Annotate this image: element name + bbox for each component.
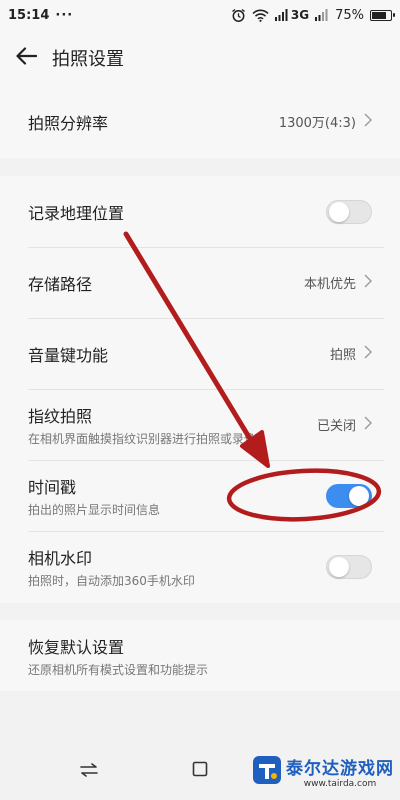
setting-resolution[interactable]: 拍照分辨率 1300万(4:3) (0, 86, 400, 157)
status-time: 15:14 (8, 7, 50, 23)
battery-fill (372, 11, 386, 19)
camera-watermark-toggle[interactable] (326, 554, 372, 579)
setting-timestamp[interactable]: 时间戳 拍出的照片显示时间信息 (0, 460, 400, 531)
toggle-knob (329, 201, 349, 222)
setting-storage-title: 存储路径 (28, 274, 93, 294)
setting-storage-value: 本机优先 (303, 277, 356, 292)
network-type: 3G (290, 8, 310, 22)
setting-storage[interactable]: 存储路径 本机优先 (0, 247, 400, 318)
setting-reset[interactable]: 恢复默认设置 还原相机所有模式设置和功能提示 (0, 620, 400, 691)
chevron-right-icon (364, 273, 372, 292)
setting-volume-key-title: 音量键功能 (28, 345, 109, 365)
square-icon (192, 761, 208, 781)
battery-icon (370, 9, 395, 21)
status-notification-dots: ··· (55, 7, 74, 23)
timestamp-toggle[interactable] (326, 483, 372, 508)
switch-arrows-icon (80, 762, 98, 781)
toggle-knob (349, 485, 369, 506)
setting-location[interactable]: 记录地理位置 (0, 176, 400, 247)
setting-resolution-title: 拍照分辨率 (28, 113, 109, 133)
setting-fingerprint-subtitle: 在相机界面触摸指纹识别器进行拍照或录像 (28, 431, 257, 446)
nav-recents-button[interactable] (180, 751, 220, 791)
back-arrow-icon (15, 47, 38, 69)
setting-timestamp-title: 时间戳 (28, 477, 77, 497)
setting-volume-key-value: 拍照 (329, 348, 356, 363)
setting-fingerprint-title: 指纹拍照 (28, 406, 93, 426)
settings-group-main: 记录地理位置 存储路径 本机优先 音量键功能 拍照 指纹拍照 在相机界面触摸指纹… (0, 176, 400, 603)
page-title: 拍照设置 (52, 49, 124, 70)
setting-location-title: 记录地理位置 (28, 203, 125, 223)
back-button[interactable] (0, 30, 52, 86)
battery-percent: 75% (335, 7, 364, 23)
setting-camera-watermark-title: 相机水印 (28, 548, 93, 568)
setting-fingerprint[interactable]: 指纹拍照 在相机界面触摸指纹识别器进行拍照或录像 已关闭 (0, 389, 400, 460)
wifi-icon (252, 9, 269, 22)
signal-icon (274, 9, 289, 21)
setting-fingerprint-value: 已关闭 (316, 419, 356, 434)
setting-reset-subtitle: 还原相机所有模式设置和功能提示 (28, 662, 209, 677)
nav-switch-button[interactable] (69, 751, 109, 791)
site-name: 泰尔达游戏网 (286, 759, 394, 779)
signal-icon-2 (315, 9, 329, 21)
setting-reset-title: 恢复默认设置 (28, 637, 125, 657)
location-toggle[interactable] (326, 199, 372, 224)
chevron-right-icon (364, 415, 372, 434)
site-logo-icon (252, 755, 282, 789)
site-watermark-text: 泰尔达游戏网 www.tairda.com (286, 754, 394, 789)
settings-group-resolution: 拍照分辨率 1300万(4:3) (0, 86, 400, 158)
site-url: www.tairda.com (303, 779, 377, 789)
setting-camera-watermark[interactable]: 相机水印 拍照时，自动添加360手机水印 (0, 531, 400, 602)
status-bar: 15:14 ··· 3G 75% (0, 0, 400, 30)
status-icons: 3G 75% (231, 7, 395, 23)
app-header: 拍照设置 (0, 30, 400, 86)
setting-timestamp-subtitle: 拍出的照片显示时间信息 (28, 502, 161, 517)
chevron-right-icon (364, 112, 372, 131)
toggle-knob (329, 556, 349, 577)
settings-group-reset: 恢复默认设置 还原相机所有模式设置和功能提示 (0, 620, 400, 691)
alarm-icon (231, 8, 246, 23)
chevron-right-icon (364, 344, 372, 363)
site-watermark: 泰尔达游戏网 www.tairda.com (252, 754, 394, 789)
setting-volume-key[interactable]: 音量键功能 拍照 (0, 318, 400, 389)
setting-resolution-value: 1300万(4:3) (278, 116, 356, 131)
setting-camera-watermark-subtitle: 拍照时，自动添加360手机水印 (28, 573, 195, 588)
